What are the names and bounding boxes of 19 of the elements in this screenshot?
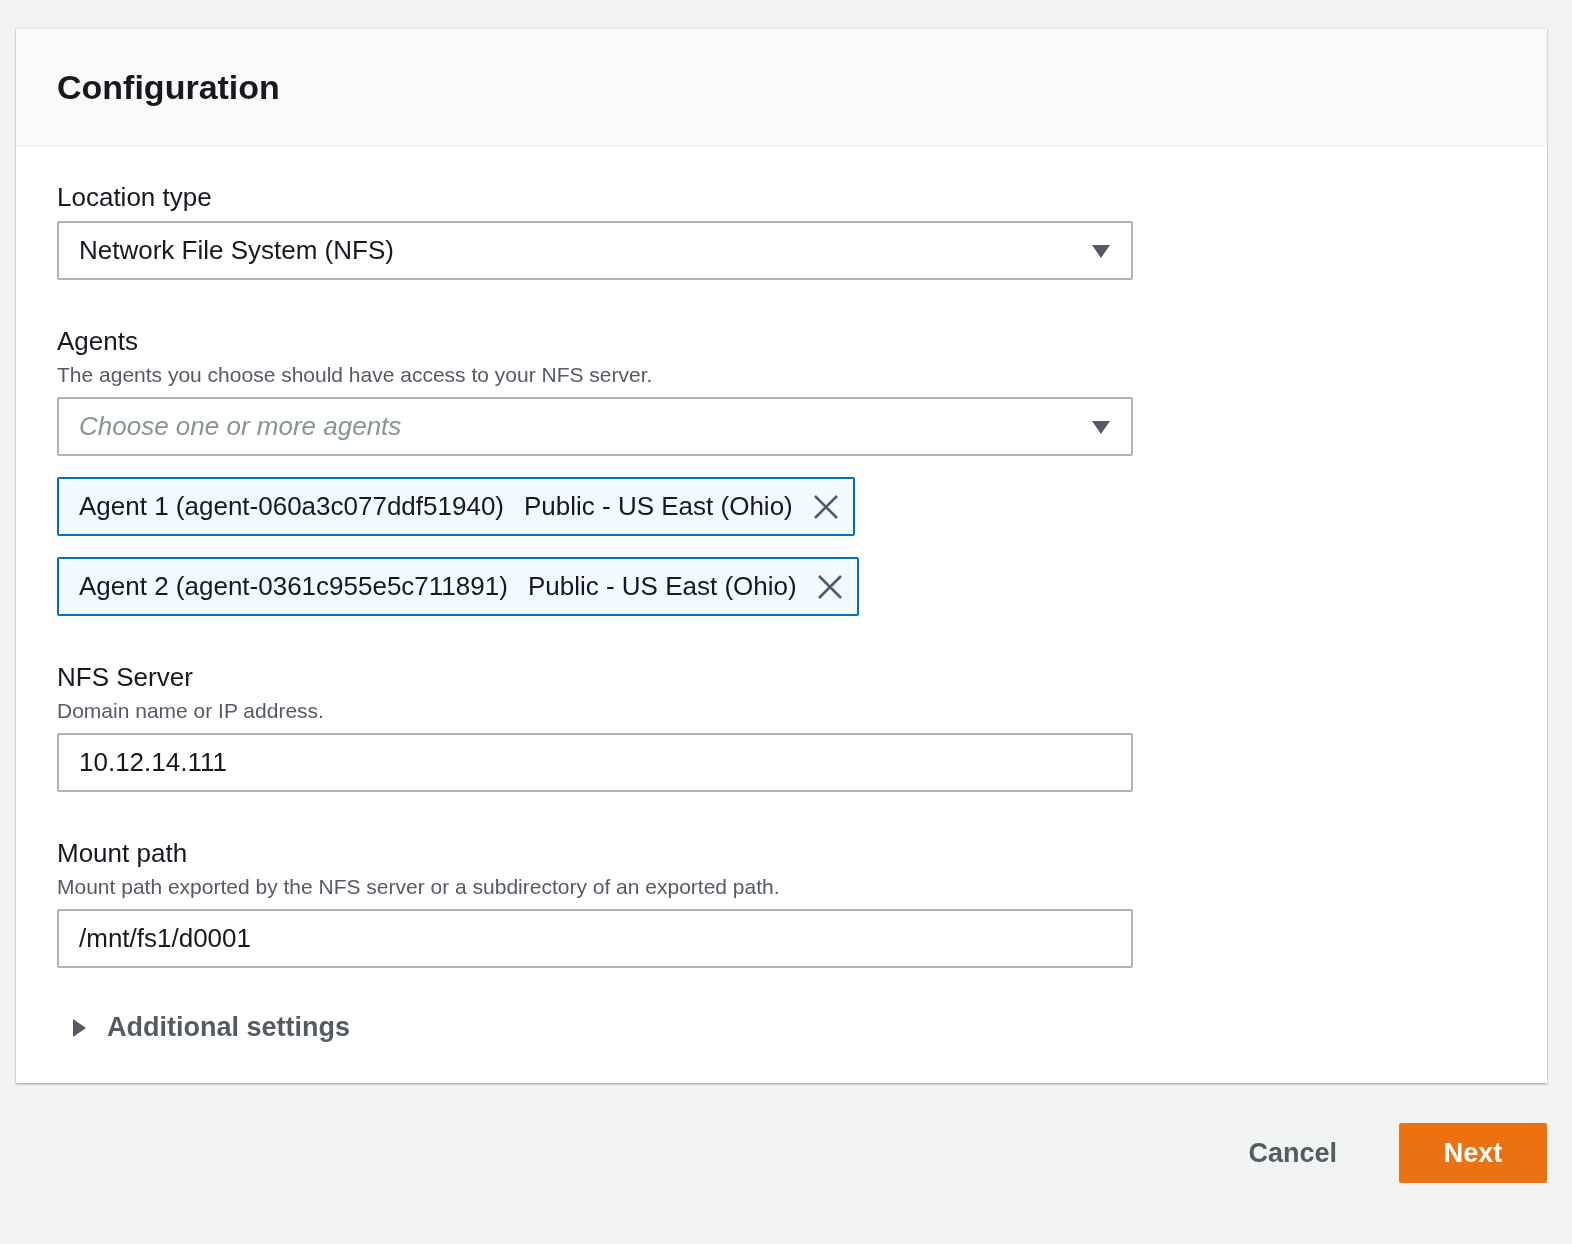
field-description: Mount path exported by the NFS server or a subdirectory of an exported path. (57, 874, 781, 900)
input-field[interactable]: 10.12.14.111 (57, 733, 1133, 792)
expander-toggle[interactable]: Additional settings (57, 1012, 350, 1043)
select-dropdown[interactable]: Network File System (NFS) (57, 221, 1133, 280)
close-icon[interactable] (812, 493, 839, 520)
field-label: NFS Server (57, 661, 194, 694)
field-label: Agents (57, 325, 139, 358)
field-label: Location type (57, 181, 213, 214)
cancel-button[interactable]: Cancel (1226, 1123, 1359, 1183)
input-field[interactable]: /mnt/fs1/d0001 (57, 909, 1133, 968)
section-title: Configuration (57, 67, 280, 107)
token-name: Agent 2 (agent-0361c955e5c711891) (79, 571, 508, 602)
field-description: The agents you choose should have access to your NFS server. (57, 362, 654, 388)
token-tag: Public - US East (Ohio) (527, 571, 797, 602)
field-description: Domain name or IP address. (57, 698, 325, 724)
close-icon[interactable] (816, 573, 843, 600)
token-tag: Public - US East (Ohio) (524, 491, 793, 522)
token-name: Agent 1 (agent-060a3c077ddf51940) (79, 491, 504, 522)
field-label: Mount path (57, 837, 189, 870)
